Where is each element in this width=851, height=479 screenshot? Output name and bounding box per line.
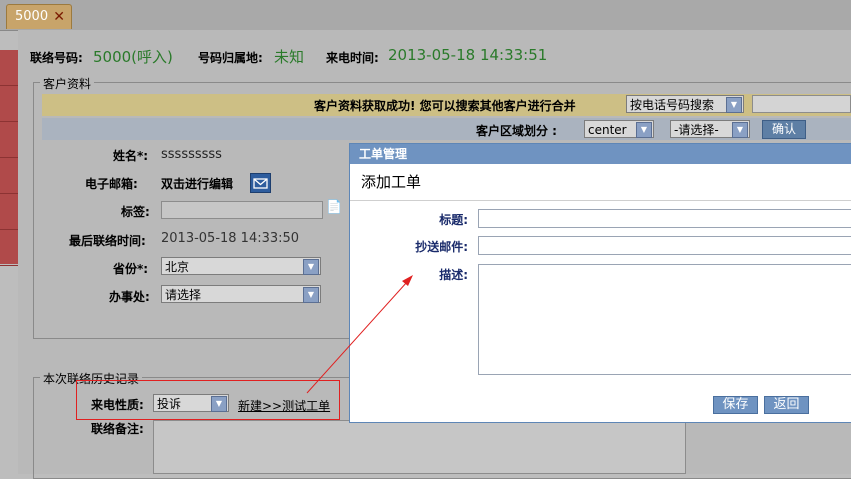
arrow-head xyxy=(402,275,413,286)
annotation-arrow xyxy=(306,275,413,394)
arrow-line xyxy=(306,281,408,394)
